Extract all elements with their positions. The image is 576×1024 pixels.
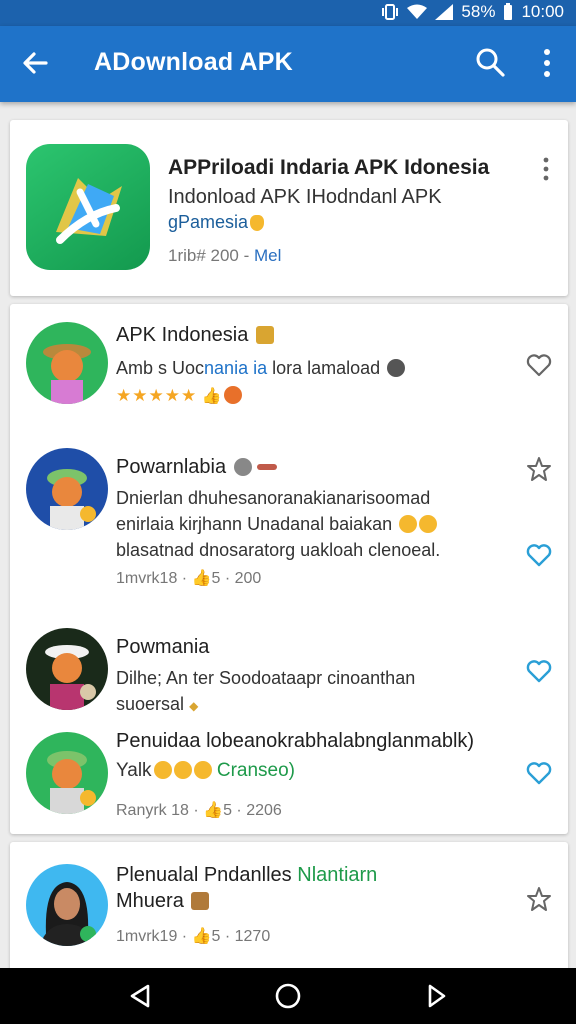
battery-icon [504,3,513,20]
emoji-icon [173,761,192,779]
vibrate-icon [382,4,399,20]
emoji-icon [193,761,212,779]
item-rating: ★★★★★ 👍 [116,386,242,406]
list-item[interactable]: Penuidaa lobeanokrabhalabnglanmablk) Yal… [10,718,568,834]
list-item[interactable]: Powarnlabia Dnierlan dhuhesanoranakianar… [10,432,568,602]
thumbs-up-icon: 👍 [191,570,212,587]
home-circle-icon[interactable] [274,982,302,1010]
wifi-icon [407,4,428,19]
avatar [26,322,108,404]
featured-meta: 1rib# 200 - Mel [168,246,282,265]
emoji-icon [399,515,418,533]
item-line-2: Mhuera [116,890,210,913]
featured-subtitle-2: gPamesia [168,212,265,233]
app-list-card-2: Plenualal Pndanlles Nlantiarn Mhuera 1mv… [10,842,568,982]
item-title: Powarnlabia [116,456,278,479]
item-title: Penuidaa lobeanokrabhalabnglanmablk) [116,730,475,752]
avatar [26,448,108,530]
item-description: Amb s Uocnania ia lora lamaload [116,358,406,379]
search-icon[interactable] [474,46,506,78]
item-meta: 1mvrk19 · 👍5 · 1270 [116,928,271,945]
system-nav-bar [0,968,576,1024]
app-logo-icon [26,144,150,270]
item-title: Plenualal Pndanlles Nlantiarn [116,864,378,886]
recents-icon[interactable] [422,982,450,1010]
chat-icon [233,458,252,476]
globe-icon [387,359,406,377]
signal-icon [435,4,454,20]
badge-icon [191,892,210,910]
badge-icon [255,326,274,344]
item-meta: Ranyrk 18 · 👍5 · 2206 [116,802,282,819]
avatar [26,864,108,946]
app-bar: ADownload APK [0,26,576,102]
avatar [26,628,108,710]
list-item[interactable]: APK Indonesia Amb s Uocnania ia lora lam… [10,304,568,424]
item-meta: 1mvrk18 · 👍5 · 200 [116,570,262,587]
app-list-card: APK Indonesia Amb s Uocnania ia lora lam… [10,304,568,834]
list-item[interactable]: Powmania Dilhe; An ter Soodoataapr cinoa… [10,610,568,722]
item-line-2: Yalk Cranseo) [116,760,295,781]
item-title: APK Indonesia [116,324,274,347]
thumbs-up-icon: 👍 [191,928,212,945]
tag-icon [257,464,278,470]
status-bar: 58% 10:00 [0,0,576,26]
emoji-icon [223,386,242,404]
featured-app-card[interactable]: APPriloadi Indaria APK Idonesia Indonloa… [10,120,568,296]
heart-icon[interactable] [526,352,552,378]
page-title: ADownload APK [94,48,293,76]
heart-icon[interactable] [526,542,552,568]
star-outline-icon[interactable] [526,456,552,482]
emoji-icon [250,215,265,231]
avatar [26,732,108,814]
battery-percent: 58% [461,2,496,21]
item-line-2: enirlaia kirjhann Unadanal baiakan [116,514,438,535]
more-vert-icon[interactable] [534,46,560,80]
emoji-icon [153,761,172,779]
thumbs-up-icon: 👍 [203,802,224,819]
heart-icon[interactable] [526,760,552,786]
thumbs-up-icon: 👍 [201,388,222,405]
overflow-menu-icon[interactable] [540,156,552,182]
back-triangle-icon[interactable] [126,982,154,1010]
item-line-3: blasatnad dnosaratorg uakloah clenoeal. [116,540,441,560]
item-line-1: Dnierlan dhuhesanoranakianarisoomad [116,488,431,508]
featured-title: APPriloadi Indaria APK Idonesia [168,156,490,179]
featured-subtitle: Indonload APK IHodndanl APK [168,186,442,208]
item-title: Powmania [116,636,210,658]
emoji-icon [419,515,438,533]
star-outline-icon[interactable] [526,886,552,912]
back-arrow-icon[interactable] [18,46,52,80]
clock: 10:00 [521,2,564,21]
item-line-1: Dilhe; An ter Soodoataapr cinoanthan [116,668,416,688]
item-line-2: suoersal ◆ [116,694,199,714]
list-item[interactable]: Plenualal Pndanlles Nlantiarn Mhuera 1mv… [10,842,568,968]
heart-icon[interactable] [526,658,552,684]
